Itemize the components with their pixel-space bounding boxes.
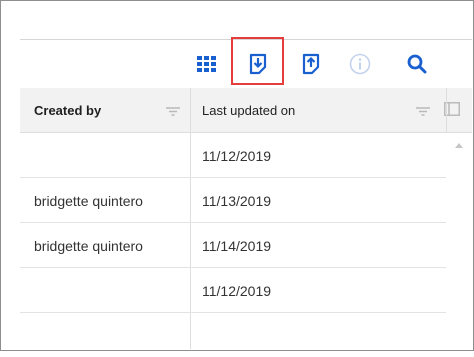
- created-by-cell: bridgette quintero: [34, 238, 143, 254]
- info-button[interactable]: [347, 40, 373, 88]
- table-row[interactable]: [20, 313, 446, 357]
- vertical-scrollbar[interactable]: [446, 133, 472, 349]
- table-row[interactable]: 11/12/2019: [20, 268, 446, 313]
- table-row[interactable]: bridgette quintero 11/13/2019: [20, 178, 446, 223]
- table-row[interactable]: bridgette quintero 11/14/2019: [20, 223, 446, 268]
- data-grid: Created by Last updated on 11/12/2019 br…: [20, 88, 472, 349]
- export-icon: [249, 53, 267, 75]
- created-by-cell: bridgette quintero: [34, 193, 143, 209]
- last-updated-cell: 11/13/2019: [202, 193, 272, 209]
- scroll-up-arrow-icon[interactable]: [455, 143, 463, 148]
- grid-view-icon: [197, 56, 216, 72]
- column-header-last-updated[interactable]: Last updated on: [202, 103, 295, 118]
- filter-icon[interactable]: [416, 107, 430, 116]
- grid-header: Created by Last updated on: [20, 88, 472, 133]
- column-divider: [446, 88, 447, 132]
- info-icon: [349, 53, 371, 75]
- last-updated-cell: 11/14/2019: [202, 238, 272, 254]
- grid-view-button[interactable]: [194, 40, 220, 88]
- last-updated-cell: 11/12/2019: [202, 148, 272, 164]
- import-button[interactable]: [298, 40, 324, 88]
- import-icon: [302, 53, 320, 75]
- column-header-created-by[interactable]: Created by: [34, 103, 101, 118]
- last-updated-cell: 11/12/2019: [202, 283, 272, 299]
- search-icon: [407, 54, 427, 74]
- filter-icon[interactable]: [166, 107, 180, 116]
- search-button[interactable]: [404, 40, 430, 88]
- export-button[interactable]: [231, 40, 285, 88]
- table-row[interactable]: 11/12/2019: [20, 133, 446, 178]
- toolbar: [20, 37, 472, 88]
